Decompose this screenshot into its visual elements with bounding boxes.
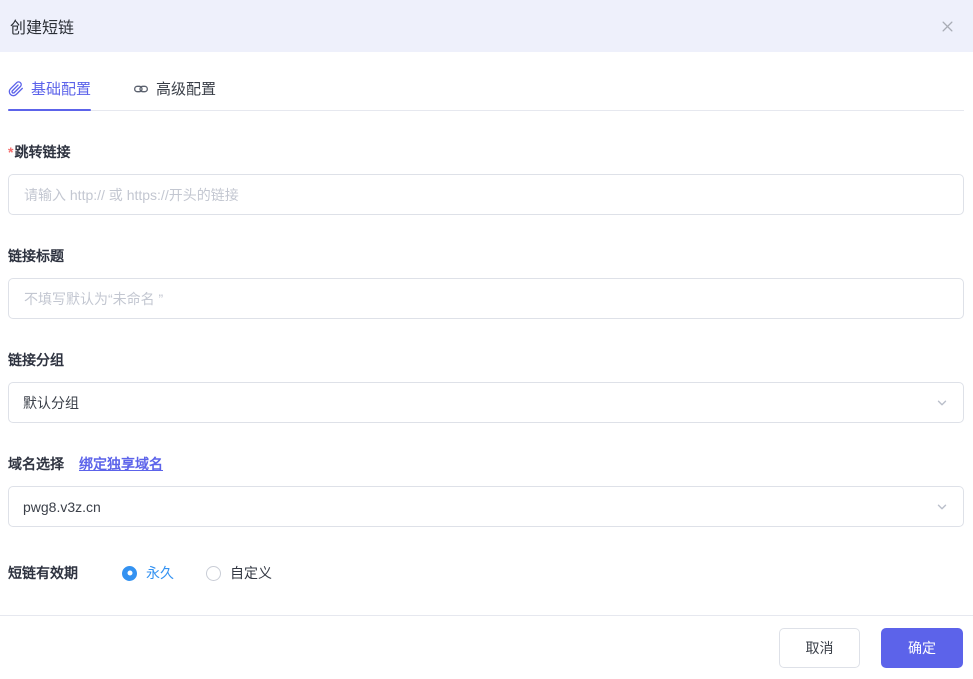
jump-link-input[interactable] (8, 174, 964, 215)
link-group-select[interactable]: 默认分组 (8, 382, 964, 423)
radio-unselected-icon (206, 565, 221, 581)
required-asterisk: * (8, 144, 14, 160)
domain-field: 域名选择 绑定独享域名 pwg8.v3z.cn (8, 454, 964, 527)
dialog-footer: 取消 确定 (0, 615, 973, 679)
tabs-bar: 基础配置 高级配置 (8, 78, 964, 111)
link-title-input[interactable] (8, 278, 964, 319)
dialog-header: 创建短链 (0, 0, 973, 52)
tab-basic-config[interactable]: 基础配置 (8, 78, 92, 111)
jump-link-field: * 跳转链接 (8, 142, 964, 215)
close-icon[interactable] (937, 16, 957, 36)
chevron-down-icon (935, 396, 949, 410)
link-group-field: 链接分组 默认分组 (8, 350, 964, 423)
link-group-selected-value: 默认分组 (23, 394, 79, 411)
domain-selected-value: pwg8.v3z.cn (23, 498, 101, 515)
jump-link-label-text: 跳转链接 (14, 144, 71, 160)
create-shortlink-dialog: 创建短链 基础配置 高级配置 * 跳转链接 请输入 http:// 或 http… (0, 0, 973, 679)
radio-permanent[interactable]: 永久 (122, 563, 174, 583)
dialog-body: 基础配置 高级配置 * 跳转链接 链接标题 链接分组 (0, 78, 973, 583)
link-title-label-text: 链接标题 (8, 248, 64, 264)
paperclip-icon (8, 80, 24, 97)
dialog-title: 创建短链 (10, 20, 75, 37)
jump-link-label: * 跳转链接 (8, 142, 964, 162)
expiry-label: 短链有效期 (8, 563, 78, 583)
domain-label-text: 域名选择 (8, 456, 64, 472)
bind-exclusive-domain-link[interactable]: 绑定独享域名 (79, 454, 163, 474)
radio-custom[interactable]: 自定义 (206, 563, 272, 583)
domain-label-row: 域名选择 绑定独享域名 (8, 454, 964, 474)
tab-label: 高级配置 (156, 81, 217, 98)
domain-select[interactable]: pwg8.v3z.cn (8, 486, 964, 527)
chevron-down-icon (935, 500, 949, 514)
expiry-field: 短链有效期 永久 自定义 (8, 563, 964, 583)
cancel-button[interactable]: 取消 (779, 627, 860, 668)
tab-advanced-config[interactable]: 高级配置 (133, 78, 216, 110)
link-group-label-text: 链接分组 (8, 352, 64, 368)
radio-permanent-label: 永久 (146, 565, 174, 581)
confirm-button[interactable]: 确定 (881, 627, 963, 668)
radio-selected-icon (122, 565, 137, 581)
expiry-label-text: 短链有效期 (8, 565, 78, 581)
radio-custom-label: 自定义 (230, 565, 272, 581)
link-title-label: 链接标题 (8, 246, 964, 266)
chain-link-icon (133, 81, 149, 97)
link-group-label: 链接分组 (8, 350, 964, 370)
link-title-field: 链接标题 (8, 246, 964, 319)
tab-label: 基础配置 (31, 81, 92, 98)
